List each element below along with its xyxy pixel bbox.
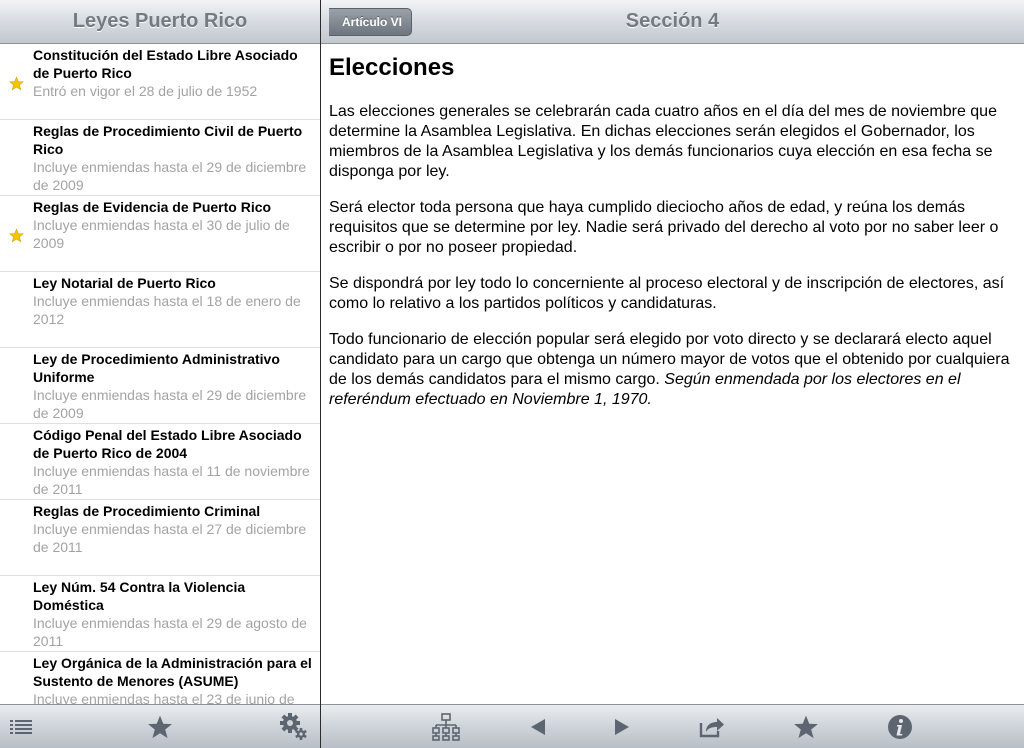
law-list-item[interactable]: Reglas de Procedimiento Civil de Puerto … <box>0 120 320 196</box>
law-list-item[interactable]: Reglas de Evidencia de Puerto Rico Inclu… <box>0 196 320 272</box>
law-list-item[interactable]: Ley Notarial de Puerto Rico Incluye enmi… <box>0 272 320 348</box>
star-icon <box>9 228 24 243</box>
law-list-item[interactable]: Ley Orgánica de la Administración para e… <box>0 652 320 704</box>
left-toolbar <box>0 704 320 748</box>
star-icon[interactable] <box>145 712 175 742</box>
right-navigation-bar: Artículo VI Sección 4 <box>321 0 1024 44</box>
star-icon[interactable] <box>791 712 821 742</box>
star-icon <box>9 76 24 91</box>
law-title: Código Penal del Estado Libre Asociado d… <box>33 427 302 461</box>
law-subtitle: Incluye enmiendas hasta el 27 de diciemb… <box>33 521 307 555</box>
law-subtitle: Incluye enmiendas hasta el 29 de diciemb… <box>33 159 307 193</box>
split-view-divider <box>320 0 321 748</box>
paragraph: Las elecciones generales se celebrarán c… <box>329 103 997 180</box>
law-subtitle: Incluye enmiendas hasta el 29 de diciemb… <box>33 387 307 421</box>
law-title: Ley Notarial de Puerto Rico <box>33 275 216 291</box>
law-list-item[interactable]: Reglas de Procedimiento Criminal Incluye… <box>0 500 320 576</box>
list-icon[interactable] <box>6 712 36 742</box>
law-title: Constitución del Estado Libre Asociado d… <box>33 47 298 81</box>
left-nav-title: Leyes Puerto Rico <box>72 10 248 32</box>
gear-icon[interactable] <box>278 712 308 742</box>
law-subtitle: Incluye enmiendas hasta el 30 de julio d… <box>33 217 290 251</box>
law-list-item[interactable]: Ley de Procedimiento Administrativo Unif… <box>0 348 320 424</box>
section-content: Elecciones Las elecciones generales se c… <box>321 44 1024 704</box>
next-arrow-icon[interactable] <box>607 712 637 742</box>
law-title: Reglas de Procedimiento Criminal <box>33 503 261 519</box>
law-title: Reglas de Evidencia de Puerto Rico <box>33 199 272 215</box>
law-title: Ley Orgánica de la Administración para e… <box>33 655 312 689</box>
hierarchy-icon[interactable] <box>431 712 461 742</box>
share-icon[interactable] <box>697 712 727 742</box>
paragraph: Será elector toda persona que haya cumpl… <box>329 199 999 256</box>
law-subtitle: Entró en vigor el 28 de julio de 1952 <box>33 83 258 99</box>
paragraph: Todo funcionario de elección popular ser… <box>329 330 1016 410</box>
paragraph: Se dispondrá por ley todo lo concernient… <box>329 275 1005 312</box>
section-title: Sección 4 <box>625 10 720 32</box>
right-toolbar <box>321 704 1024 748</box>
left-navigation-bar: Leyes Puerto Rico <box>0 0 320 44</box>
law-list-item[interactable]: Constitución del Estado Libre Asociado d… <box>0 44 320 120</box>
law-title: Reglas de Procedimiento Civil de Puerto … <box>33 123 303 157</box>
law-list-item[interactable]: Código Penal del Estado Libre Asociado d… <box>0 424 320 500</box>
law-subtitle: Incluye enmiendas hasta el 18 de enero d… <box>33 293 301 327</box>
law-list: Constitución del Estado Libre Asociado d… <box>0 44 320 704</box>
law-title: Ley de Procedimiento Administrativo Unif… <box>33 351 280 385</box>
previous-arrow-icon[interactable] <box>523 712 553 742</box>
info-icon[interactable] <box>885 712 915 742</box>
law-title: Ley Núm. 54 Contra la Violencia Doméstic… <box>33 579 246 613</box>
law-subtitle: Incluye enmiendas hasta el 23 de junio d… <box>33 691 295 704</box>
law-subtitle: Incluye enmiendas hasta el 11 de noviemb… <box>33 463 310 497</box>
law-subtitle: Incluye enmiendas hasta el 29 de agosto … <box>33 615 307 649</box>
law-list-item[interactable]: Ley Núm. 54 Contra la Violencia Doméstic… <box>0 576 320 652</box>
section-heading: Elecciones <box>329 54 455 81</box>
